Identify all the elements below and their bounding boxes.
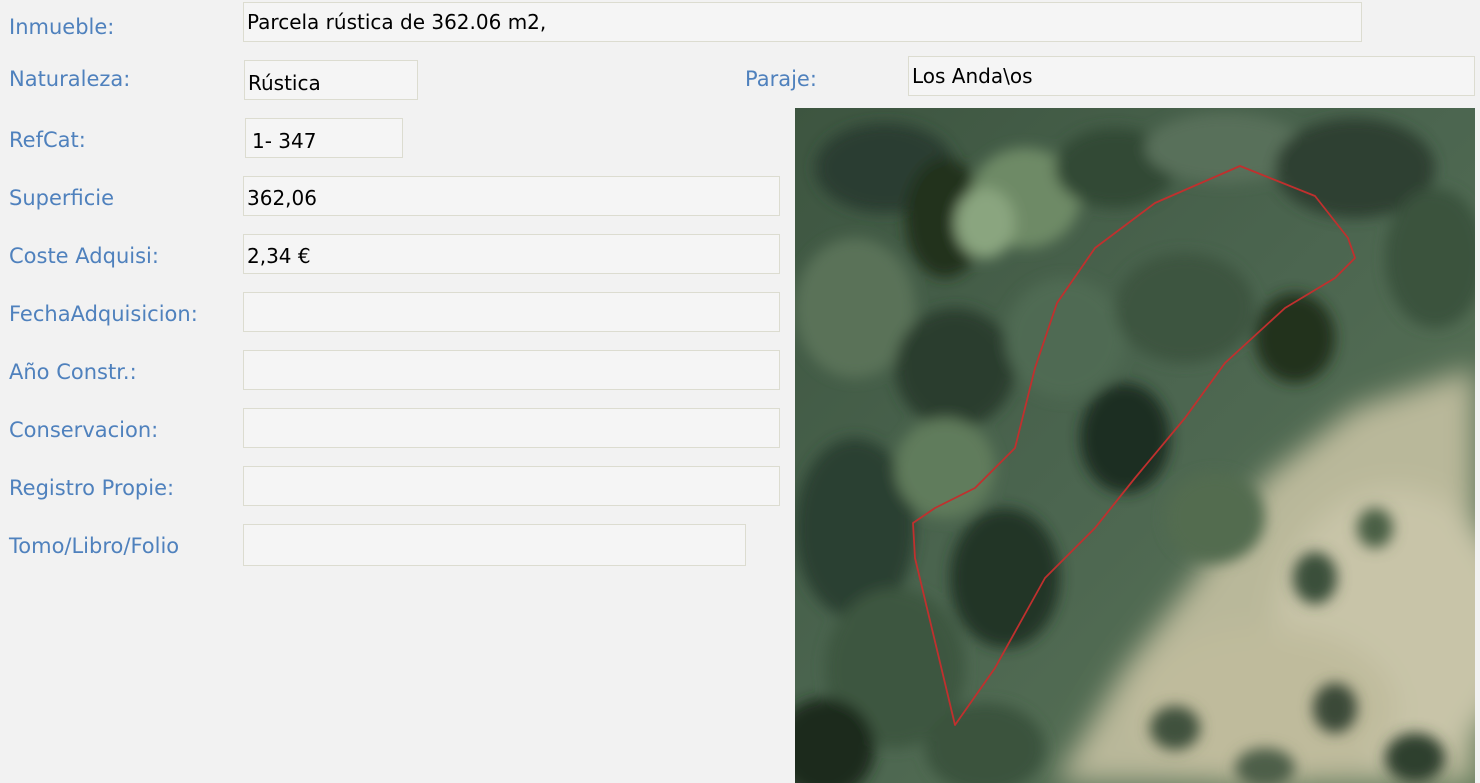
label-naturaleza: Naturaleza:	[9, 67, 131, 91]
paraje-field[interactable]: Los Anda\os	[908, 56, 1475, 96]
conservacion-field[interactable]	[243, 408, 780, 448]
label-conservacion: Conservacion:	[9, 418, 159, 442]
label-refcat: RefCat:	[9, 128, 86, 152]
label-superficie: Superficie	[9, 186, 115, 210]
coste-field[interactable]: 2,34 €	[243, 234, 780, 274]
label-coste: Coste Adquisi:	[9, 244, 159, 268]
refcat-field[interactable]: 1- 347	[245, 118, 403, 158]
fecha-field[interactable]	[243, 292, 780, 332]
anio-field[interactable]	[243, 350, 780, 390]
label-paraje: Paraje:	[745, 67, 817, 91]
label-registro: Registro Propie:	[9, 476, 175, 500]
naturaleza-field[interactable]: Rústica	[244, 60, 418, 100]
inmueble-field[interactable]: Parcela rústica de 362.06 m2,	[243, 2, 1362, 42]
label-fecha: FechaAdquisicion:	[9, 302, 198, 326]
tomo-field[interactable]	[243, 524, 746, 566]
registro-field[interactable]	[243, 466, 780, 506]
label-tomo: Tomo/Libro/Folio	[9, 534, 180, 558]
superficie-field[interactable]: 362,06	[243, 176, 780, 216]
parcel-aerial-image	[795, 108, 1475, 783]
label-anio: Año Constr.:	[9, 360, 137, 384]
label-inmueble: Inmueble:	[9, 15, 115, 39]
